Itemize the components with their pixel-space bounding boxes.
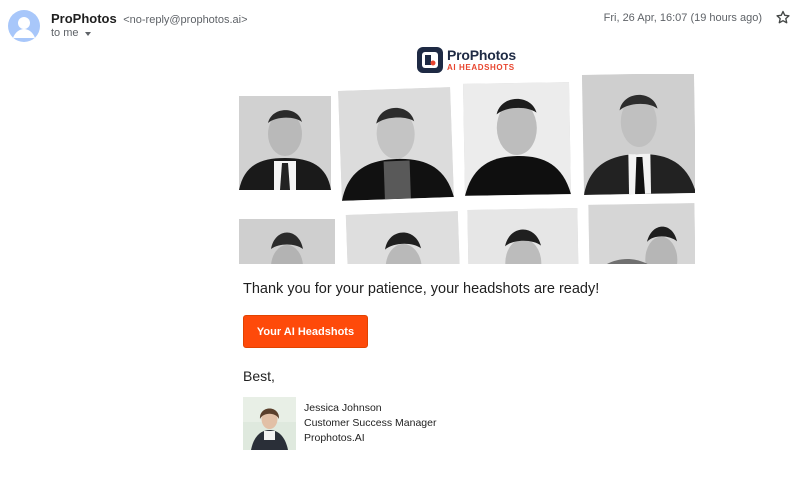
headshot-image-8	[588, 203, 695, 264]
headshot-image-6	[345, 211, 461, 264]
email-view: ProPhotos <no-reply@prophotos.ai> to me …	[0, 0, 800, 485]
signature-name: Jessica Johnson	[304, 402, 382, 414]
prophotos-logo-icon	[417, 47, 443, 73]
logo-title: ProPhotos	[447, 47, 516, 63]
recipient-label: to me	[51, 27, 79, 39]
recipient-toggle[interactable]: to me	[51, 27, 91, 39]
signature-company: Prophotos.AI	[304, 432, 365, 444]
headshot-image-3	[463, 82, 571, 196]
signature-photo	[243, 397, 296, 450]
signature-block: Jessica Johnson Customer Success Manager…	[304, 401, 436, 446]
sender-name[interactable]: ProPhotos	[51, 11, 117, 26]
headshots-collage-image	[239, 74, 695, 264]
sender-line: ProPhotos <no-reply@prophotos.ai>	[51, 11, 248, 28]
logo-subtitle: AI HEADSHOTS	[447, 63, 515, 72]
logo-text: ProPhotos AI HEADSHOTS	[447, 48, 516, 72]
headshot-image-2	[338, 87, 454, 201]
ai-headshots-button[interactable]: Your AI Headshots	[243, 315, 368, 348]
chevron-down-icon[interactable]	[84, 31, 91, 36]
signature-title: Customer Success Manager	[304, 417, 437, 429]
headshot-image-1	[239, 96, 331, 190]
headshot-image-5	[239, 219, 335, 264]
email-message: Thank you for your patience, your headsh…	[243, 281, 600, 297]
star-icon[interactable]	[774, 9, 792, 27]
prophotos-logo: ProPhotos AI HEADSHOTS	[417, 47, 516, 73]
sender-email: <no-reply@prophotos.ai>	[123, 14, 248, 26]
headshot-image-7	[467, 208, 579, 264]
email-closing: Best,	[243, 368, 275, 384]
headshot-image-4	[581, 74, 695, 195]
email-date: Fri, 26 Apr, 16:07 (19 hours ago)	[603, 12, 762, 24]
sender-avatar-icon[interactable]	[8, 10, 40, 42]
